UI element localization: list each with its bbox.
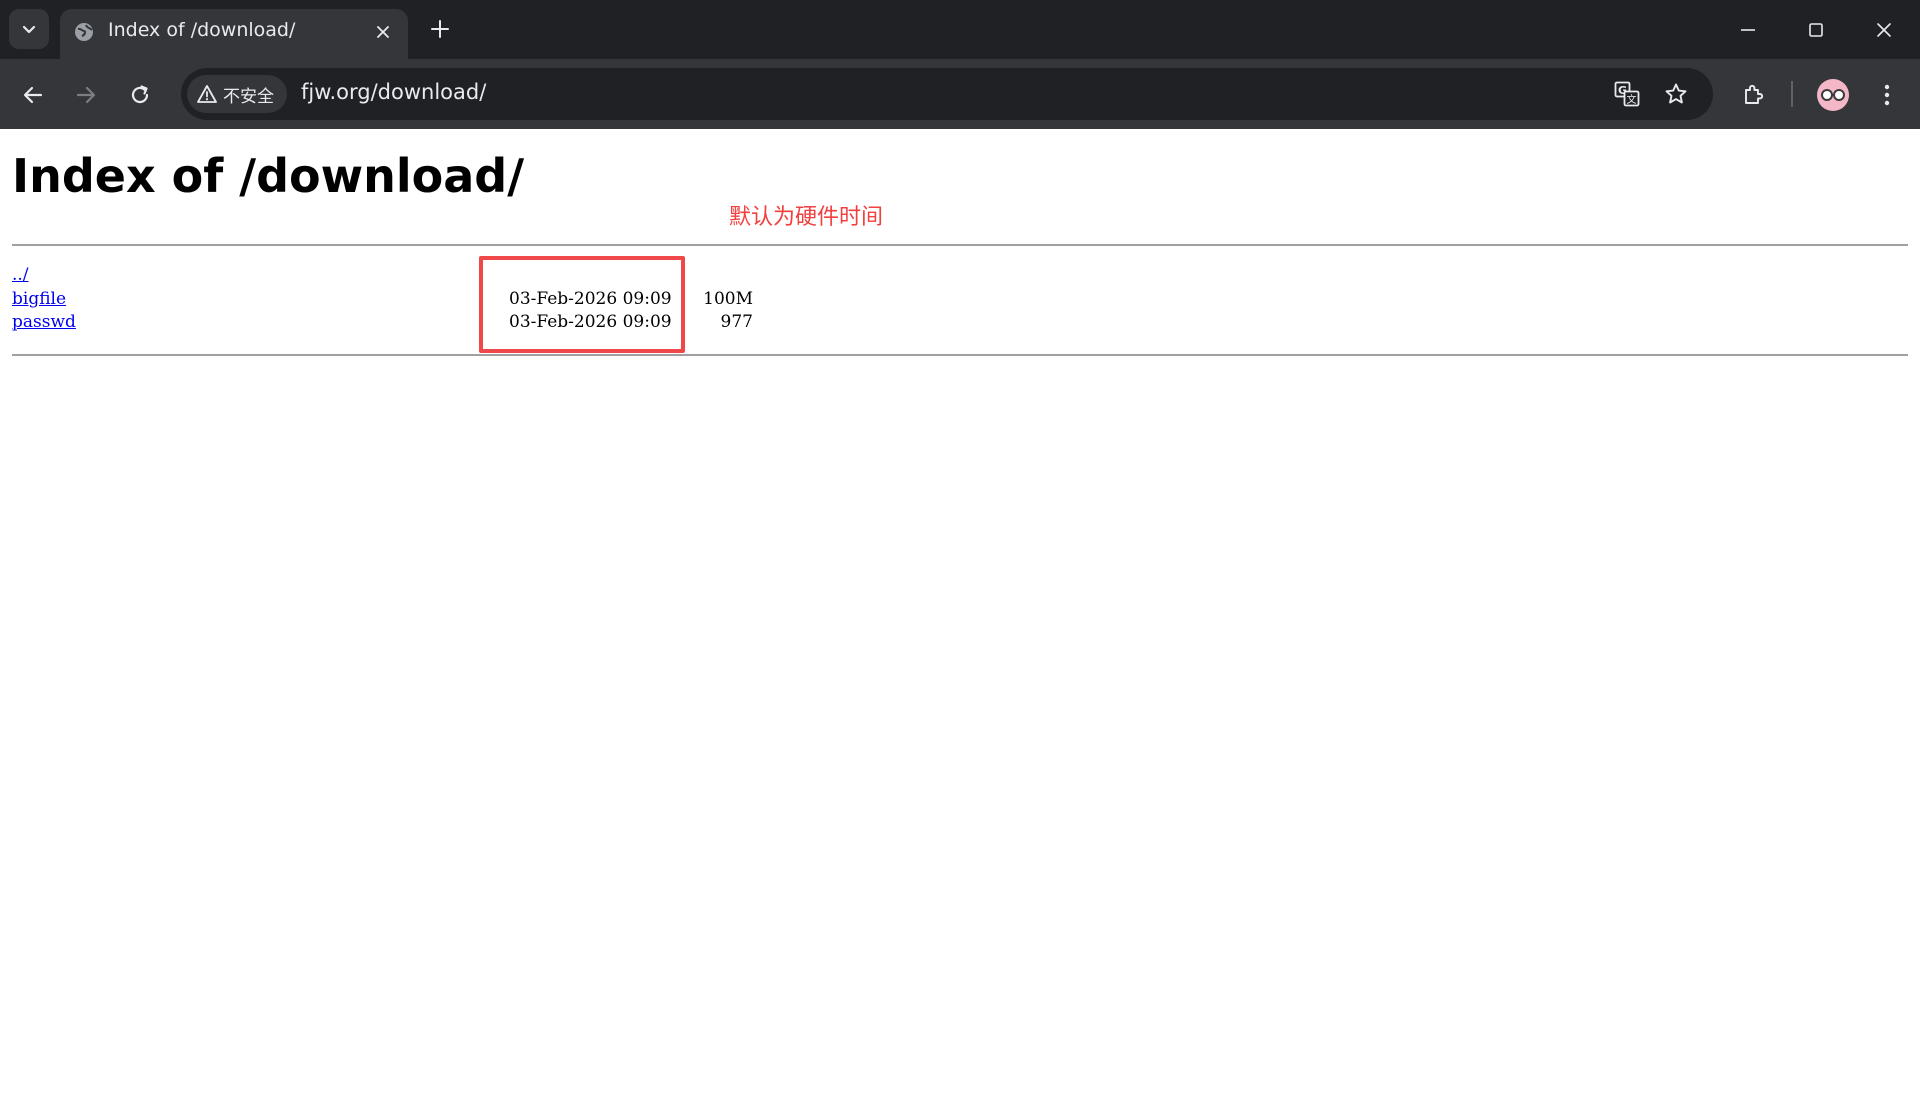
extensions-button[interactable] (1735, 76, 1773, 114)
warning-triangle-icon (197, 85, 217, 103)
svg-text:文: 文 (1627, 93, 1637, 106)
url-text[interactable]: fjw.org/download/ (301, 80, 486, 104)
browser-toolbar: 不安全 fjw.org/download/ G 文 (0, 59, 1920, 129)
list-item: passwd 03-Feb-2026 09:09 977 (0, 312, 1920, 336)
address-bar[interactable]: 不安全 fjw.org/download/ G 文 (181, 68, 1713, 120)
forward-arrow-icon (76, 86, 96, 104)
parent-directory-link[interactable]: ../ (12, 265, 29, 285)
browser-tabstrip: Index of /download/ (0, 0, 1920, 59)
list-item: ../ (0, 265, 1920, 289)
active-tab[interactable]: Index of /download/ (60, 9, 408, 59)
annotation-text: 默认为硬件时间 (729, 205, 884, 230)
file-link-passwd[interactable]: passwd (12, 312, 76, 332)
plus-icon (431, 20, 449, 38)
extensions-puzzle-icon (1745, 84, 1764, 104)
security-indicator[interactable]: 不安全 (187, 75, 287, 113)
maximize-icon (1809, 22, 1823, 37)
more-vert-icon (1884, 84, 1890, 106)
reload-icon (131, 85, 149, 104)
page-content: Index of /download/ 默认为硬件时间 ../ bigfile … (0, 129, 1920, 1118)
forward-button[interactable] (67, 76, 105, 114)
file-size: 977 (720, 312, 753, 332)
back-button[interactable] (14, 76, 52, 114)
file-link-bigfile[interactable]: bigfile (12, 289, 66, 309)
toolbar-separator (1791, 81, 1793, 107)
window-close-button[interactable] (1850, 0, 1918, 59)
tab-close-button[interactable] (370, 19, 396, 45)
window-close-icon (1877, 22, 1891, 37)
maximize-button[interactable] (1782, 0, 1850, 59)
minimize-button[interactable] (1714, 0, 1782, 59)
minimize-icon (1741, 28, 1755, 31)
divider-top (12, 244, 1908, 246)
tab-title: Index of /download/ (108, 19, 296, 41)
file-size: 100M (703, 288, 753, 309)
tab-search-button[interactable] (9, 9, 49, 49)
back-arrow-icon (23, 86, 43, 104)
highlight-annotation-box (479, 256, 685, 353)
close-icon (377, 26, 389, 38)
divider-bottom (12, 354, 1908, 356)
globe-icon (72, 20, 96, 44)
list-item: bigfile 03-Feb-2026 09:09 100M (0, 289, 1920, 313)
star-icon (1665, 83, 1687, 104)
reload-button[interactable] (121, 76, 159, 114)
security-label: 不安全 (223, 86, 274, 107)
bookmark-star-button[interactable] (1660, 78, 1692, 110)
new-tab-button[interactable] (423, 12, 457, 46)
page-title: Index of /download/ (12, 149, 525, 203)
profile-avatar-icon[interactable] (1817, 79, 1849, 111)
tab-search-icon (22, 25, 36, 34)
directory-listing: ../ bigfile 03-Feb-2026 09:09 100M passw… (0, 265, 1920, 336)
more-menu-button[interactable] (1868, 76, 1906, 114)
translate-icon: G 文 (1614, 81, 1640, 107)
translate-button[interactable]: G 文 (1611, 78, 1643, 110)
